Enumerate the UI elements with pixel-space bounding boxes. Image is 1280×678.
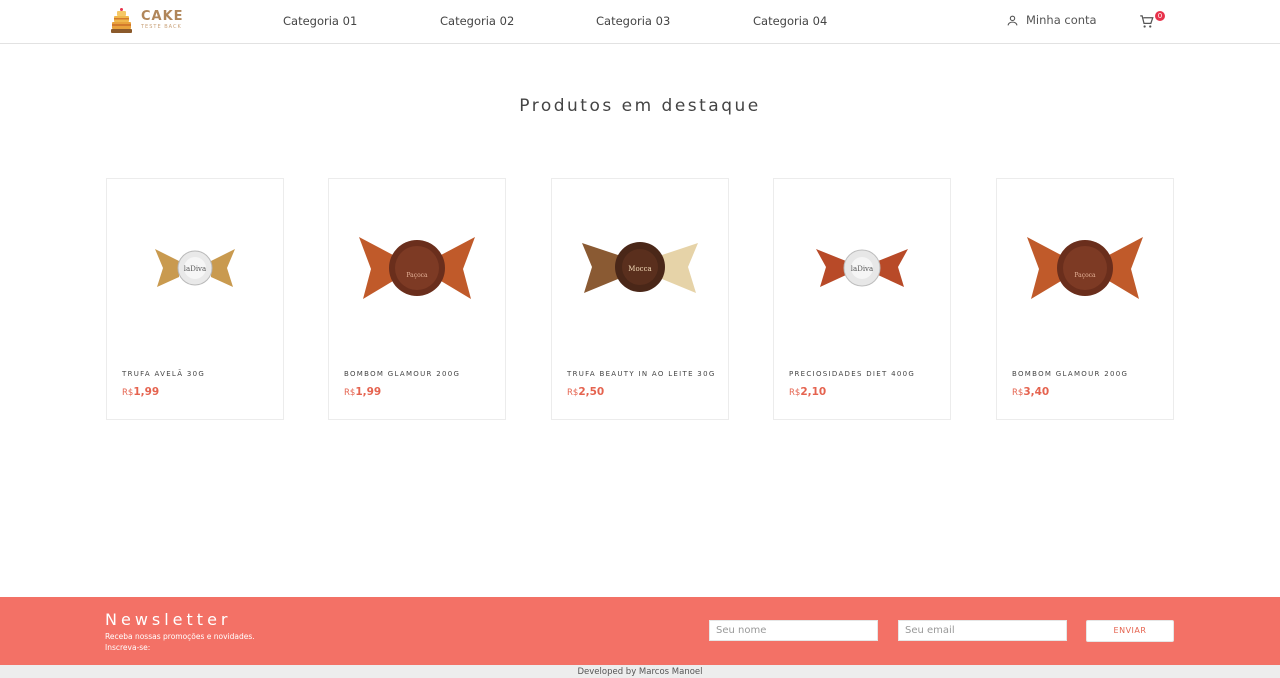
newsletter-section: Newsletter Receba nossas promoções e nov…	[0, 597, 1280, 665]
newsletter-line-2: Inscreva-se:	[105, 643, 151, 652]
product-card[interactable]: Mocca TRUFA BEAUTY IN AO LEITE 30G R$2,5…	[551, 178, 729, 420]
product-name: PRECIOSIDADES DIET 400G	[789, 370, 916, 378]
bonbon-icon: Paçoca	[359, 236, 475, 299]
cake-icon	[111, 7, 132, 33]
product-price: R$2,50	[567, 386, 605, 398]
section-title: Produtos em destaque	[519, 96, 761, 116]
cart-count-badge: 0	[1155, 11, 1165, 21]
account-label: Minha conta	[1026, 13, 1097, 27]
svg-text:Mocca: Mocca	[628, 265, 651, 273]
nav-category-04[interactable]: Categoria 04	[753, 14, 827, 28]
cart-button[interactable]: 0	[1139, 11, 1167, 33]
user-icon	[1007, 15, 1018, 25]
product-price: R$3,40	[1012, 386, 1050, 398]
cart-icon	[1140, 15, 1154, 28]
product-image[interactable]: Paçoca	[997, 219, 1173, 314]
product-card[interactable]: Paçoca BOMBOM GLAMOUR 200G R$3,40	[996, 178, 1174, 420]
newsletter-description: Receba nossas promoções e novidades. Ins…	[105, 631, 255, 653]
product-card[interactable]: laDiva PRECIOSIDADES DIET 400G R$2,10	[773, 178, 951, 420]
nav-category-01[interactable]: Categoria 01	[283, 14, 357, 28]
product-name: BOMBOM GLAMOUR 200G	[1012, 370, 1129, 378]
truffle-icon: laDiva	[816, 248, 908, 287]
product-image[interactable]: Mocca	[552, 219, 728, 314]
svg-text:laDiva: laDiva	[184, 265, 206, 273]
product-name: TRUFA BEAUTY IN AO LEITE 30G	[567, 370, 716, 378]
truffle-icon: Mocca	[582, 241, 698, 293]
bonbon-icon: Paçoca	[1027, 236, 1143, 299]
svg-text:laDiva: laDiva	[851, 265, 873, 273]
product-price: R$1,99	[344, 386, 382, 398]
nav-category-02[interactable]: Categoria 02	[440, 14, 514, 28]
brand-title: CAKE	[141, 9, 184, 24]
newsletter-submit-button[interactable]: ENVIAR	[1086, 620, 1174, 642]
nav-category-03[interactable]: Categoria 03	[596, 14, 670, 28]
product-name: TRUFA AVELÃ 30G	[122, 370, 206, 378]
product-price: R$2,10	[789, 386, 827, 398]
svg-text:Paçoca: Paçoca	[1074, 272, 1096, 279]
truffle-icon: laDiva	[155, 248, 235, 287]
newsletter-title: Newsletter	[105, 610, 232, 629]
newsletter-email-input[interactable]	[898, 620, 1067, 641]
product-card[interactable]: laDiva TRUFA AVELÃ 30G R$1,99	[106, 178, 284, 420]
svg-text:Paçoca: Paçoca	[406, 272, 428, 279]
brand-logo[interactable]: CAKE TESTE BACK	[108, 6, 184, 34]
account-link[interactable]: Minha conta	[1006, 13, 1097, 27]
product-price: R$1,99	[122, 386, 160, 398]
site-header: CAKE TESTE BACK Categoria 01 Categoria 0…	[0, 0, 1280, 44]
newsletter-name-input[interactable]	[709, 620, 878, 641]
product-name: BOMBOM GLAMOUR 200G	[344, 370, 461, 378]
product-image[interactable]: laDiva	[774, 219, 950, 314]
product-image[interactable]: Paçoca	[329, 219, 505, 314]
footer-credit: Developed by Marcos Manoel	[0, 665, 1280, 678]
product-card[interactable]: Paçoca BOMBOM GLAMOUR 200G R$1,99	[328, 178, 506, 420]
product-image[interactable]: laDiva	[107, 219, 283, 314]
newsletter-line-1: Receba nossas promoções e novidades.	[105, 632, 255, 641]
brand-subtitle: TESTE BACK	[141, 24, 182, 30]
